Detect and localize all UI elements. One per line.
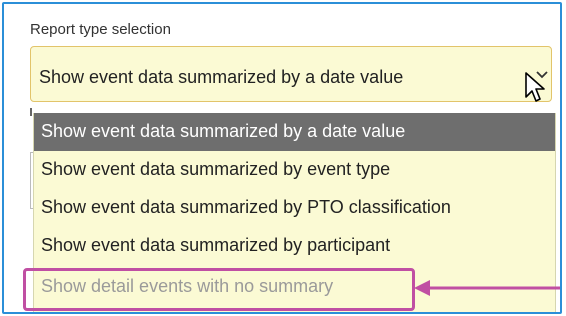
report-type-dropdown-list[interactable]: Show event data summarized by a date val… (33, 113, 556, 312)
mouse-cursor-icon (525, 72, 545, 102)
option-date-value[interactable]: Show event data summarized by a date val… (34, 113, 555, 151)
option-detail-events[interactable]: Show detail events with no summary (34, 268, 555, 306)
report-settings-panel: Report type selection Show event data su… (2, 2, 562, 314)
report-type-selected-value: Show event data summarized by a date val… (39, 67, 404, 87)
option-participant[interactable]: Show event data summarized by participan… (34, 227, 555, 265)
option-event-type[interactable]: Show event data summarized by event type (34, 151, 555, 189)
report-type-select[interactable]: Show event data summarized by a date val… (30, 46, 552, 102)
option-pto-classification[interactable]: Show event data summarized by PTO classi… (34, 189, 555, 227)
report-type-label: Report type selection (30, 21, 171, 38)
